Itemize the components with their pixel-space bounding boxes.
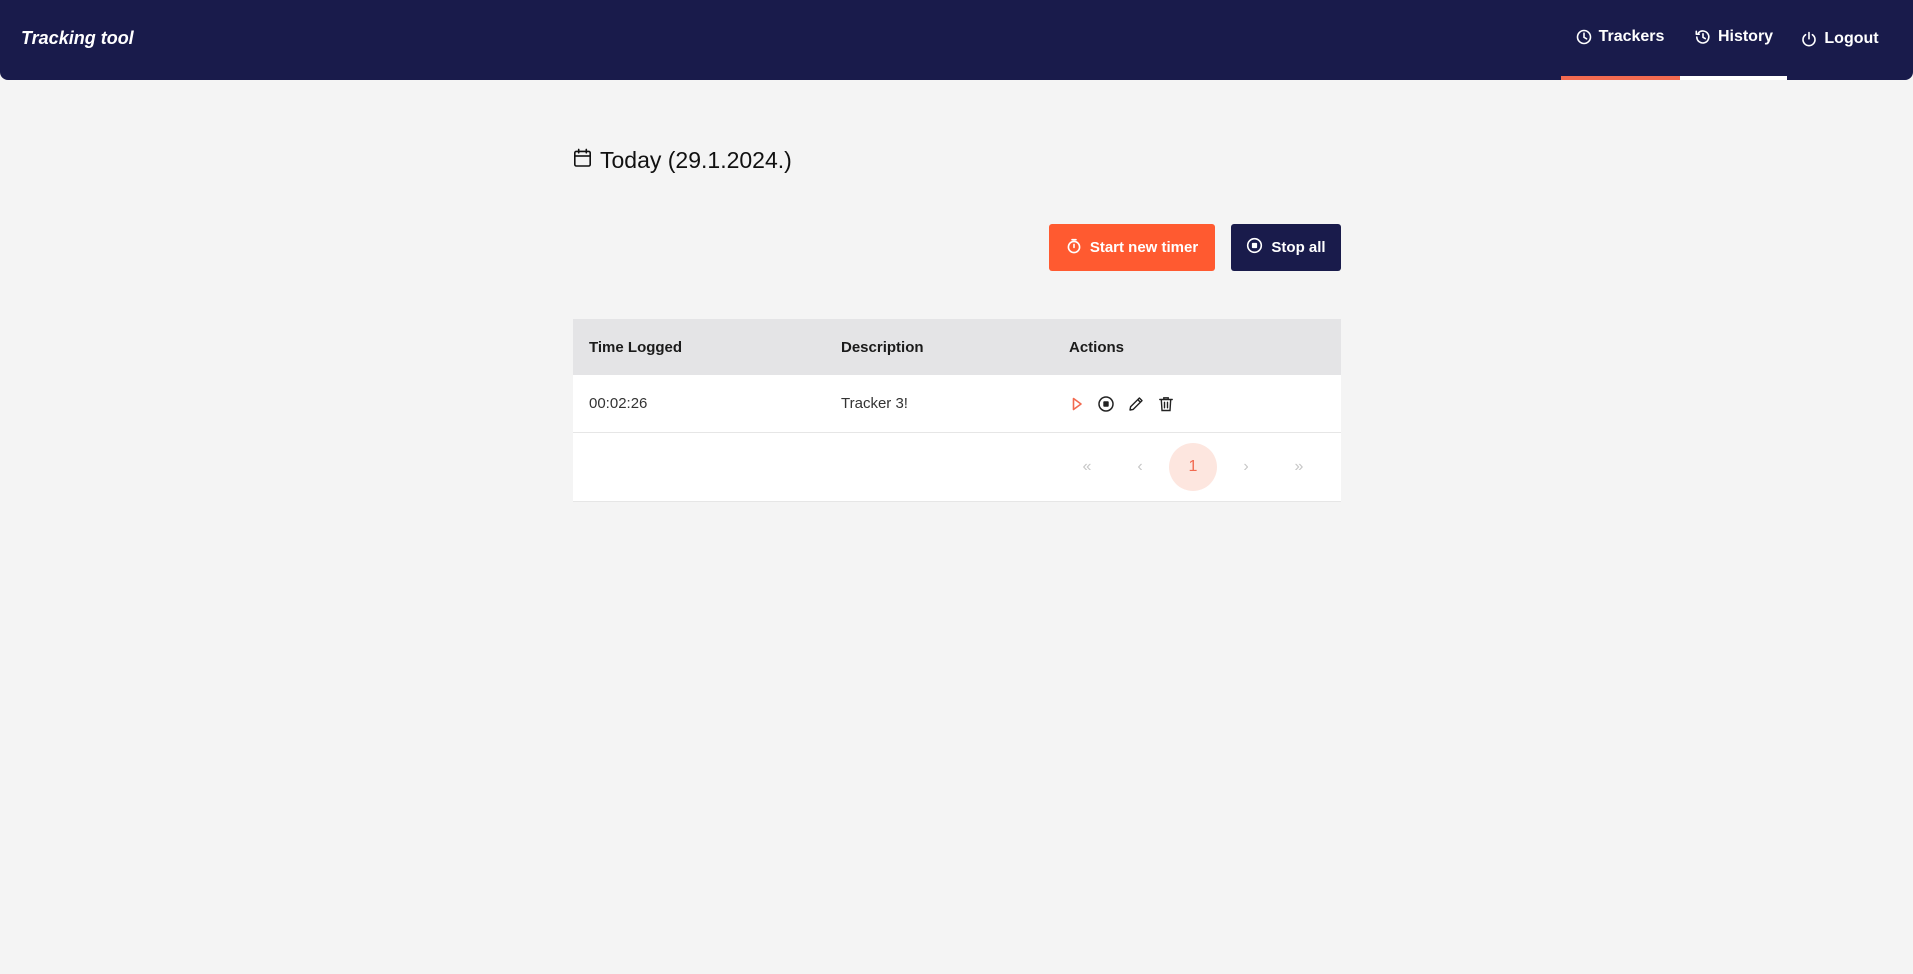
start-new-timer-button[interactable]: Start new timer [1049,224,1215,271]
stop-icon[interactable] [1097,395,1115,413]
description-cell: Tracker 3! [841,395,908,412]
table-header: Time Logged Description Actions [573,319,1341,375]
column-header-description: Description [841,338,924,356]
delete-icon[interactable] [1157,395,1175,413]
previous-page-button[interactable]: ‹ [1116,443,1164,491]
clock-icon [1576,29,1592,45]
start-new-timer-label: Start new timer [1089,239,1199,256]
trackers-table: Time Logged Description Actions 00:02:26… [573,319,1341,502]
play-icon[interactable] [1069,396,1085,412]
actions-cell [1053,395,1341,413]
last-page-button[interactable]: » [1275,443,1323,491]
page-title-text: Today (29.1.2024.) [600,147,792,173]
page-title: Today (29.1.2024.) [573,147,792,174]
pagination: « ‹ 1 › » [573,433,1341,502]
column-header-time-logged: Time Logged [589,338,683,356]
time-logged-cell: 00:02:26 [589,395,648,412]
next-page-button[interactable]: › [1222,443,1270,491]
nav-history[interactable]: History [1680,0,1787,80]
nav-logout[interactable]: Logout [1788,0,1892,80]
stopwatch-icon [1066,238,1082,258]
brand-title[interactable]: Tracking tool [21,28,134,49]
history-icon [1694,29,1711,45]
calendar-icon [573,147,592,174]
nav-logout-label: Logout [1824,30,1879,47]
nav-history-label: History [1717,28,1774,45]
column-header-actions: Actions [1069,338,1125,356]
stop-circle-icon [1246,237,1263,258]
edit-icon[interactable] [1127,395,1145,413]
tab-indicator-history [1680,76,1787,80]
active-tab-indicator [1561,76,1680,80]
stop-all-button[interactable]: Stop all [1231,224,1341,271]
nav-trackers-label: Trackers [1598,28,1665,45]
top-navbar: Tracking tool Trackers History Logout [0,0,1913,80]
page-1-button[interactable]: 1 [1169,443,1217,491]
power-icon [1801,31,1817,47]
stop-all-label: Stop all [1271,239,1326,256]
table-row: 00:02:26 Tracker 3! [573,375,1341,433]
nav-trackers[interactable]: Trackers [1561,0,1679,80]
first-page-button[interactable]: « [1063,443,1111,491]
